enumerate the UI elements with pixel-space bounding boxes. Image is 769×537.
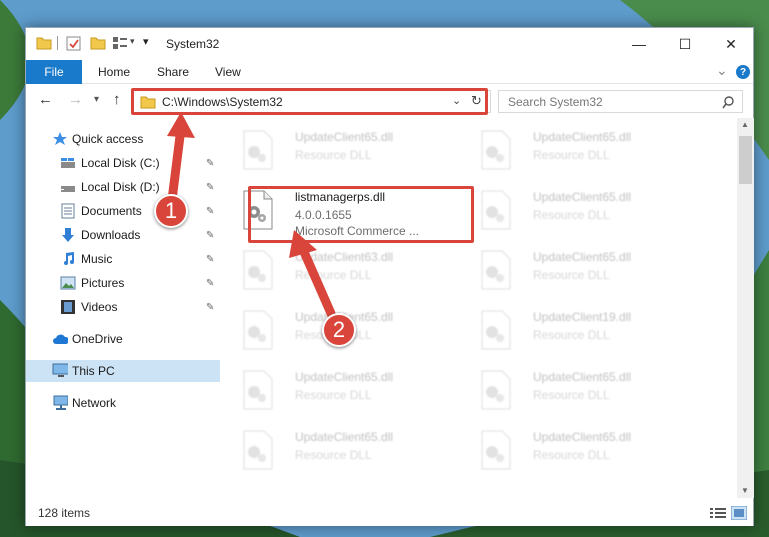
arrow-head-file (289, 230, 317, 258)
annotation-arrows (167, 112, 338, 323)
arrow-head-address (167, 112, 195, 138)
step-marker-2: 2 (322, 313, 356, 347)
arrow-to-address-bar (167, 123, 186, 205)
step-marker-1: 1 (154, 194, 188, 228)
arrow-to-file (296, 240, 338, 323)
